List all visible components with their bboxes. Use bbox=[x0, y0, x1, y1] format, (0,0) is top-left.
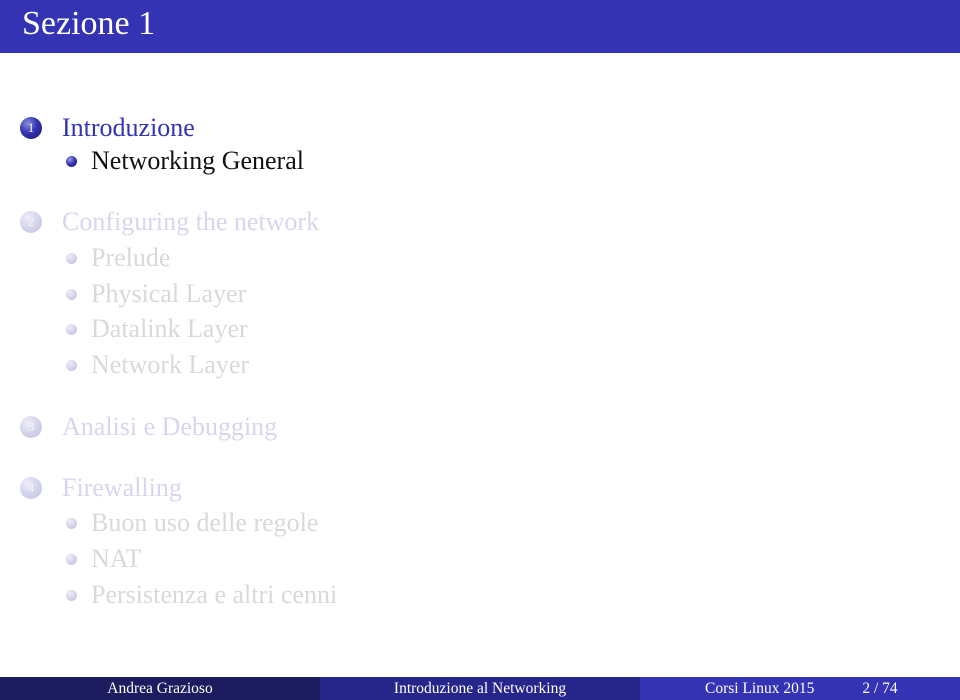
section-label: Introduzione bbox=[62, 113, 195, 142]
footer-info-segment: Corsi Linux 2015 2 / 74 bbox=[640, 677, 960, 700]
toc-subsection[interactable]: Buon uso delle regole bbox=[66, 508, 318, 538]
footer-author-segment: Andrea Grazioso bbox=[0, 677, 320, 700]
section-label: Configuring the network bbox=[62, 207, 320, 236]
toc-subsection[interactable]: Physical Layer bbox=[66, 279, 246, 309]
subsection-label: Buon uso delle regole bbox=[91, 508, 319, 537]
toc-section-1[interactable]: 1 Introduzione bbox=[20, 113, 195, 143]
footer-event: Corsi Linux 2015 bbox=[705, 679, 815, 697]
bullet-icon bbox=[66, 553, 77, 565]
footer-author: Andrea Grazioso bbox=[107, 679, 213, 697]
toc-section-3[interactable]: 3 Analisi e Debugging bbox=[20, 412, 277, 442]
bullet-icon bbox=[66, 288, 77, 300]
toc-subsection[interactable]: Prelude bbox=[66, 243, 170, 273]
section-label: Analisi e Debugging bbox=[62, 412, 278, 441]
section-label: Firewalling bbox=[62, 473, 182, 502]
toc-subsection[interactable]: Network Layer bbox=[66, 350, 249, 380]
subsection-label: Prelude bbox=[91, 243, 171, 272]
subsection-label: Persistenza e altri cenni bbox=[91, 580, 338, 609]
section-number-badge: 3 bbox=[20, 416, 42, 438]
section-number-badge: 2 bbox=[20, 211, 42, 233]
table-of-contents: 1 Introduzione Networking General 2 Conf… bbox=[0, 0, 960, 660]
subsection-label: Physical Layer bbox=[91, 279, 247, 308]
bullet-icon bbox=[66, 252, 77, 264]
footer-title-segment: Introduzione al Networking bbox=[320, 677, 640, 700]
bullet-icon bbox=[66, 517, 77, 529]
bullet-icon bbox=[66, 155, 77, 167]
slide-footer: Andrea Grazioso Introduzione al Networki… bbox=[0, 677, 960, 700]
page-number: 2 / 74 bbox=[862, 679, 898, 697]
toc-subsection[interactable]: Persistenza e altri cenni bbox=[66, 580, 337, 610]
bullet-icon bbox=[66, 359, 77, 371]
toc-subsection[interactable]: NAT bbox=[66, 544, 142, 574]
bullet-icon bbox=[66, 589, 77, 601]
toc-subsection[interactable]: Datalink Layer bbox=[66, 314, 248, 344]
footer-title: Introduzione al Networking bbox=[393, 679, 567, 697]
subsection-label: Networking General bbox=[91, 146, 304, 175]
subsection-label: NAT bbox=[91, 544, 142, 573]
section-number-badge: 4 bbox=[20, 477, 42, 499]
subsection-label: Datalink Layer bbox=[91, 314, 248, 343]
bullet-icon bbox=[66, 323, 77, 335]
toc-section-4[interactable]: 4 Firewalling bbox=[20, 473, 182, 503]
subsection-label: Network Layer bbox=[91, 350, 250, 379]
section-number-badge: 1 bbox=[20, 117, 42, 139]
toc-subsection[interactable]: Networking General bbox=[66, 146, 304, 176]
toc-section-2[interactable]: 2 Configuring the network bbox=[20, 207, 319, 237]
